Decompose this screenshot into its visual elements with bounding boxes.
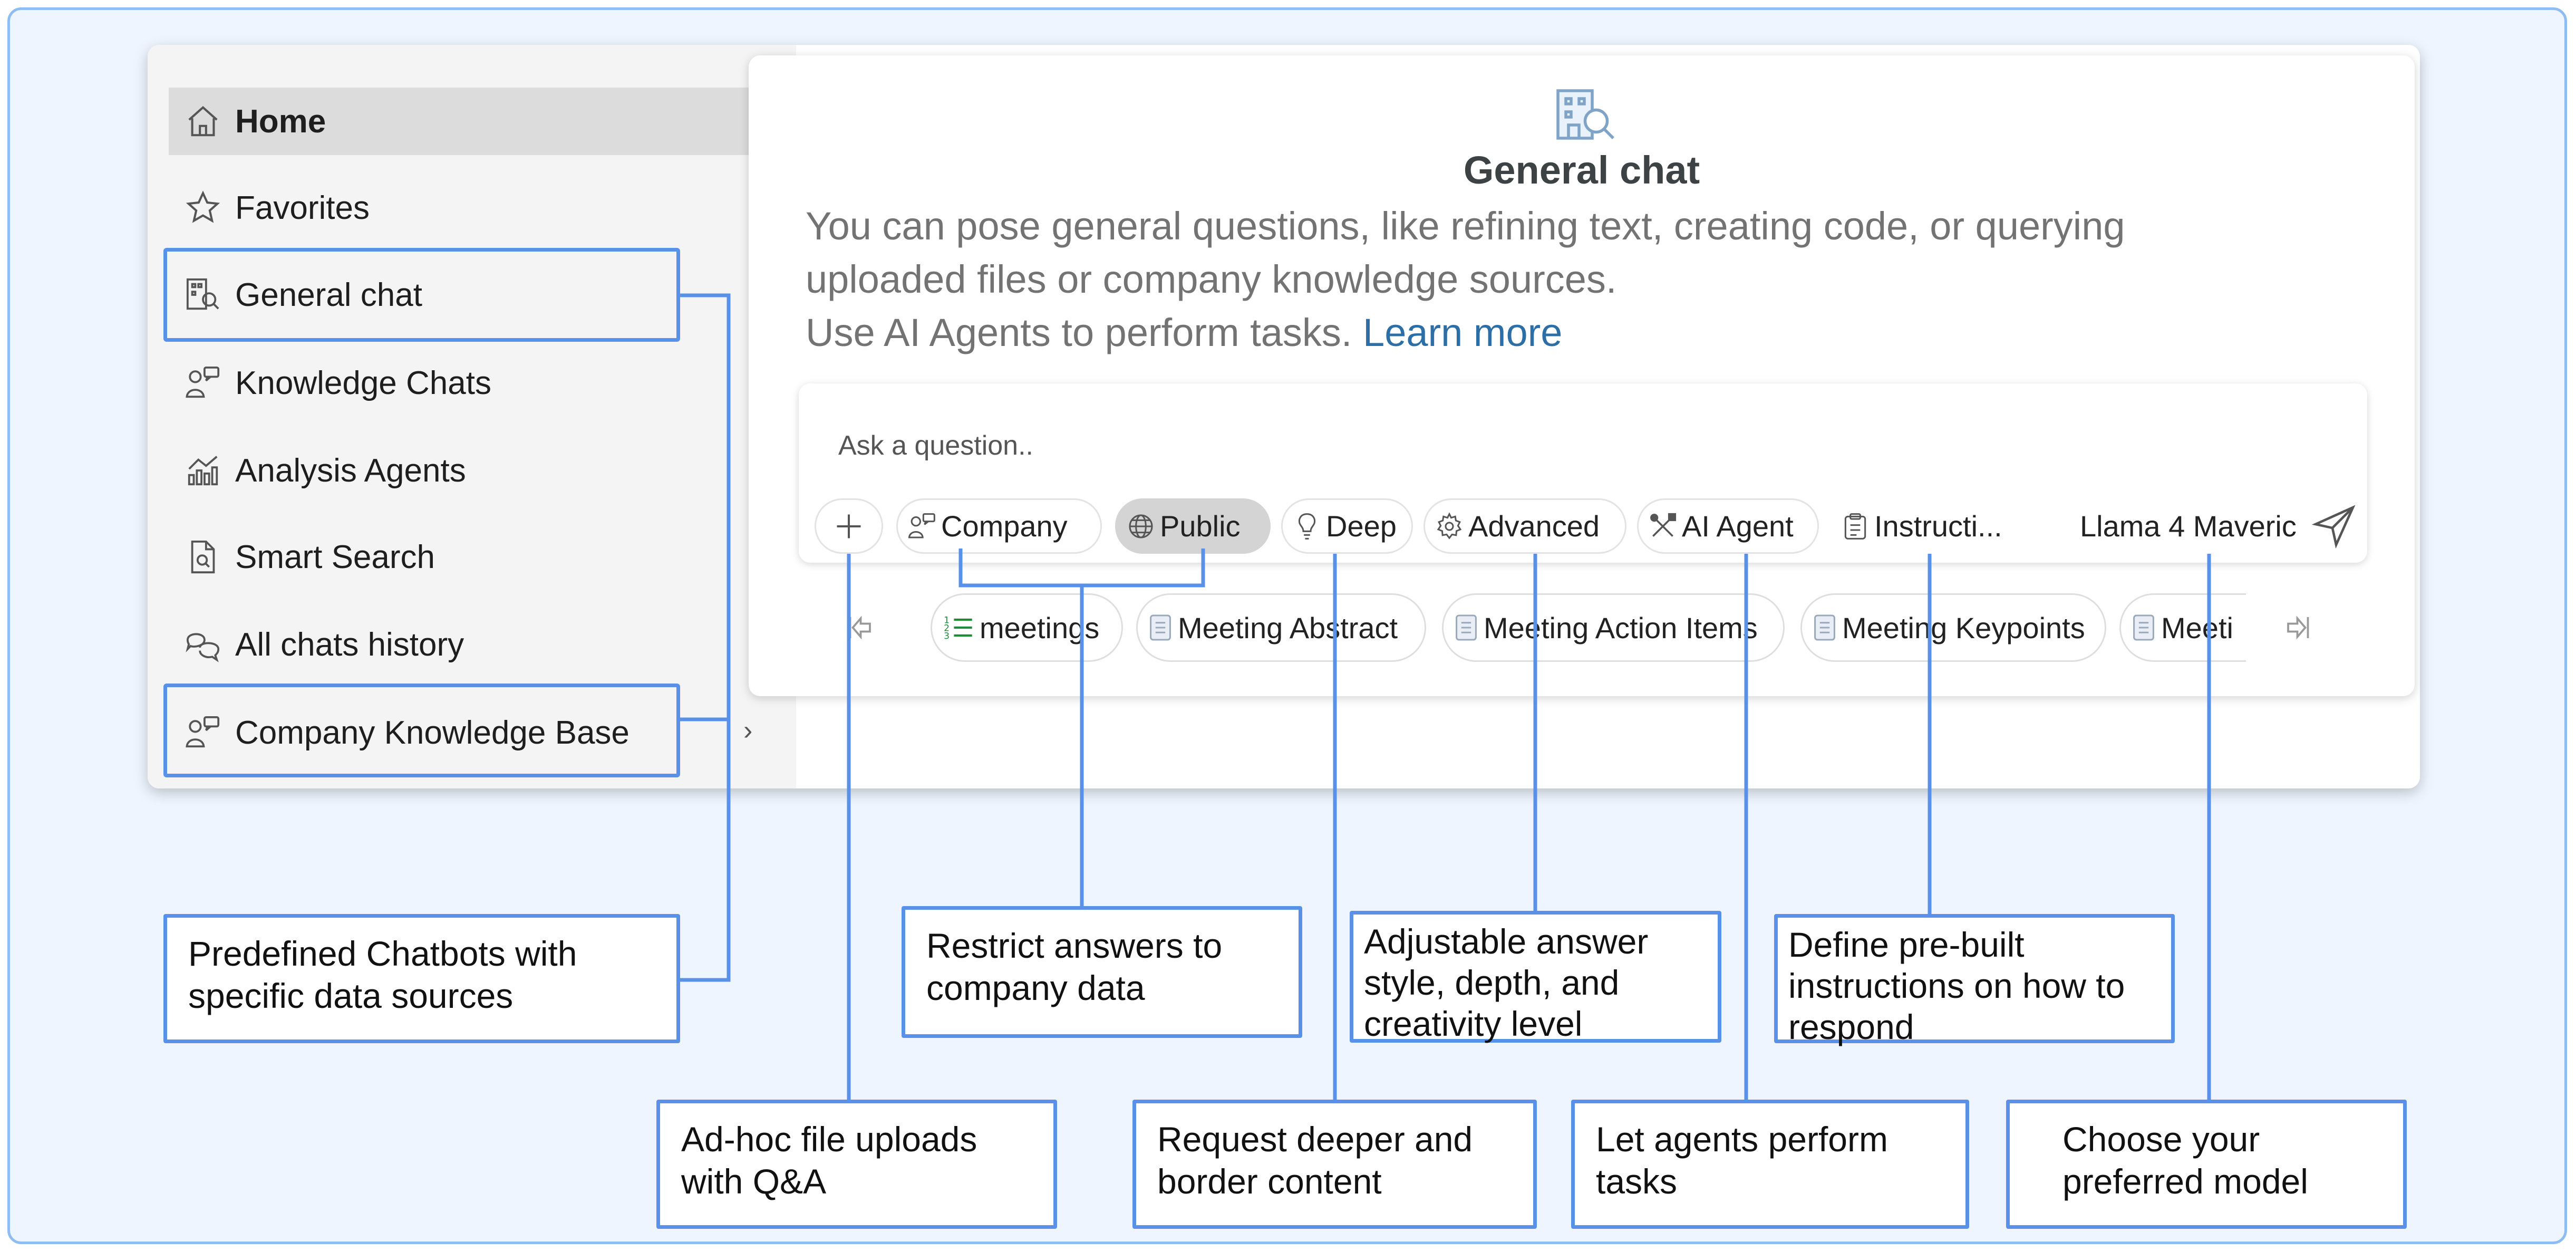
callout-line: with Q&A [681, 1162, 827, 1201]
callout-predefined-chatbots: Predefined Chatbots with specific data s… [163, 914, 680, 1043]
callout-line: style, depth, and [1364, 963, 1620, 1002]
callout-line: Let agents perform [1596, 1120, 1888, 1159]
callout-line: company data [926, 968, 1145, 1007]
callout-line: Define pre-built [1788, 925, 2025, 964]
callout-connectors [680, 293, 2211, 1101]
callout-line: tasks [1596, 1162, 1678, 1201]
callout-line: creativity level [1364, 1004, 1583, 1043]
callout-line: instructions on how to [1788, 966, 2125, 1005]
callout-choose-model: Choose your preferred model [2006, 1100, 2407, 1229]
callout-line: Adjustable answer [1364, 922, 1649, 961]
callout-line: preferred model [2062, 1162, 2308, 1201]
callout-line: Ad-hoc file uploads [681, 1120, 977, 1159]
callout-line: border content [1157, 1162, 1382, 1201]
callout-line: respond [1788, 1007, 1914, 1046]
callout-line: Predefined Chatbots with [188, 934, 577, 973]
highlight-company-knowledge-base [163, 684, 680, 777]
callout-deeper-content: Request deeper and border content [1132, 1100, 1537, 1229]
callout-adhoc-uploads: Ad-hoc file uploads with Q&A [656, 1100, 1057, 1229]
connector-restrict [958, 548, 1205, 908]
highlight-general-chat [163, 248, 680, 342]
callout-define-instructions: Define pre-built instructions on how to … [1774, 914, 2175, 1046]
connector-chatbots [680, 293, 731, 982]
callout-restrict-answers: Restrict answers to company data [902, 906, 1302, 1038]
callout-line: Choose your [2062, 1120, 2260, 1159]
callout-line: specific data sources [188, 976, 514, 1015]
callout-line: Restrict answers to [926, 926, 1223, 965]
callout-adjustable-answer: Adjustable answer style, depth, and crea… [1350, 911, 1721, 1043]
callout-agents-tasks: Let agents perform tasks [1571, 1100, 1969, 1229]
callout-line: Request deeper and [1157, 1120, 1473, 1159]
